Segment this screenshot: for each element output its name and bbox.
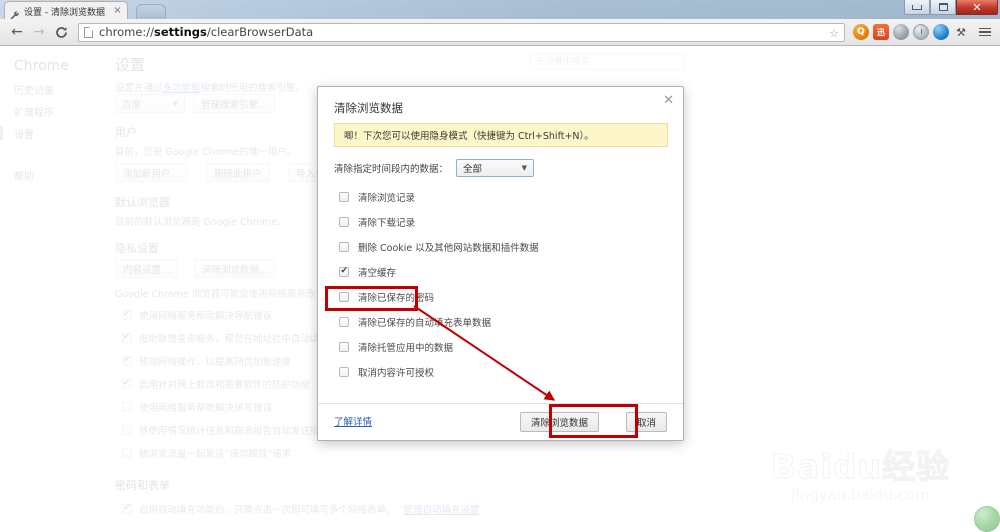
extension-icons: Q 迅 ⚒ xyxy=(853,22,994,42)
menu-line-3 xyxy=(979,34,991,37)
checkbox-content-licenses[interactable] xyxy=(339,367,349,377)
menu-line-2 xyxy=(979,31,991,33)
ext-tools-icon[interactable]: ⚒ xyxy=(953,24,969,40)
dialog-footer-divider xyxy=(318,403,683,404)
reload-button[interactable] xyxy=(50,21,72,43)
cancel-button[interactable]: 取消 xyxy=(625,412,667,432)
ext-q-glyph: Q xyxy=(857,27,865,37)
clock-hand xyxy=(920,28,922,34)
ext-blue-icon[interactable] xyxy=(933,24,949,40)
ext-tools-glyph: ⚒ xyxy=(956,25,966,39)
ext-box-glyph: 迅 xyxy=(877,27,885,37)
checkbox-label: 清除下载记录 xyxy=(358,218,416,229)
ext-globe-icon[interactable] xyxy=(893,24,909,40)
browser-tab[interactable]: 设置 - 清除浏览数据 × xyxy=(4,1,128,20)
tab-close-icon[interactable]: × xyxy=(112,6,123,16)
tab-strip: 设置 - 清除浏览数据 × xyxy=(0,0,1000,20)
checkbox-cache[interactable] xyxy=(339,266,349,277)
maximize-button[interactable] xyxy=(930,0,956,15)
new-tab-button[interactable] xyxy=(136,4,166,19)
time-range-select[interactable]: 全部 ▼ xyxy=(456,159,535,177)
dialog-close-icon[interactable]: ✕ xyxy=(663,94,674,107)
ext-q-icon[interactable]: Q xyxy=(853,24,869,40)
checkbox-label: 删除 Cookie 以及其他网站数据和插件数据 xyxy=(358,243,539,254)
checkbox-row-cache[interactable]: 清空缓存 xyxy=(339,265,396,279)
ext-box-icon[interactable]: 迅 xyxy=(873,24,889,40)
browser-toolbar: ← → chrome://settings/clearBrowserData ☆… xyxy=(0,19,1000,46)
time-range-label: 清除指定时间段内的数据： xyxy=(334,164,449,175)
url-text: chrome://settings/clearBrowserData xyxy=(99,25,313,39)
close-icon: ✕ xyxy=(972,0,982,14)
address-bar[interactable]: chrome://settings/clearBrowserData ☆ xyxy=(78,22,845,42)
minimize-icon xyxy=(912,4,922,10)
dialog-title: 清除浏览数据 xyxy=(334,101,403,115)
checkbox-passwords[interactable] xyxy=(339,292,349,302)
menu-line-1 xyxy=(979,27,991,30)
url-suffix: /clearBrowserData xyxy=(206,25,314,39)
time-range-value: 全部 xyxy=(463,164,483,175)
checkbox-label: 清除已保存的密码 xyxy=(358,293,435,304)
checkbox-cookies[interactable] xyxy=(339,242,349,252)
back-button[interactable]: ← xyxy=(6,21,28,43)
url-prefix: chrome:// xyxy=(99,25,155,39)
confirm-button[interactable]: 清除浏览数据 xyxy=(519,412,599,432)
checkbox-row-download-history[interactable]: 清除下载记录 xyxy=(339,215,415,229)
learn-more-link[interactable]: 了解详情 xyxy=(334,414,372,428)
chrome-menu-button[interactable] xyxy=(976,22,994,42)
checkbox-row-content-licenses[interactable]: 取消内容许可授权 xyxy=(339,365,434,379)
checkbox-row-autofill[interactable]: 清除已保存的自动填充表单数据 xyxy=(339,315,491,329)
time-range-row: 清除指定时间段内的数据： 全部 ▼ xyxy=(334,159,535,177)
checkbox-label: 清除已保存的自动填充表单数据 xyxy=(358,318,492,329)
tab-title: 设置 - 清除浏览数据 xyxy=(24,7,105,18)
checkbox-label: 清除浏览记录 xyxy=(358,193,416,204)
checkbox-row-passwords[interactable]: 清除已保存的密码 xyxy=(339,290,434,304)
window-controls: ✕ xyxy=(904,0,998,15)
checkbox-autofill[interactable] xyxy=(339,317,349,327)
checkbox-download-history[interactable] xyxy=(339,217,349,227)
checkbox-hosted-app-data[interactable] xyxy=(339,342,349,352)
incognito-tip-banner: 唧！下次您可以使用隐身模式（快捷键为 Ctrl+Shift+N）。 xyxy=(334,123,668,147)
checkbox-row-hosted-app-data[interactable]: 清除托管应用中的数据 xyxy=(339,340,453,354)
close-window-button[interactable]: ✕ xyxy=(956,0,998,15)
forward-button[interactable]: → xyxy=(28,21,50,43)
wrench-icon xyxy=(9,6,20,20)
url-bold: settings xyxy=(154,25,207,39)
clear-browsing-data-dialog: ✕ 清除浏览数据 唧！下次您可以使用隐身模式（快捷键为 Ctrl+Shift+N… xyxy=(317,86,684,441)
maximize-icon xyxy=(938,3,948,11)
ext-clock-icon[interactable] xyxy=(913,24,929,40)
checkbox-browsing-history[interactable] xyxy=(339,192,349,202)
browser-window: 设置 - 清除浏览数据 × ✕ ← → chrome://settings/cl… xyxy=(0,0,1000,532)
checkbox-label: 取消内容许可授权 xyxy=(358,368,435,379)
bookmark-star-icon[interactable]: ☆ xyxy=(829,27,839,40)
minimize-button[interactable] xyxy=(904,0,930,15)
page-icon xyxy=(84,26,93,38)
chevron-down-icon: ▼ xyxy=(521,164,528,172)
checkbox-label: 清空缓存 xyxy=(358,268,397,279)
checkbox-row-cookies[interactable]: 删除 Cookie 以及其他网站数据和插件数据 xyxy=(339,240,539,254)
checkbox-label: 清除托管应用中的数据 xyxy=(358,343,454,354)
checkbox-row-browsing-history[interactable]: 清除浏览记录 xyxy=(339,190,415,204)
